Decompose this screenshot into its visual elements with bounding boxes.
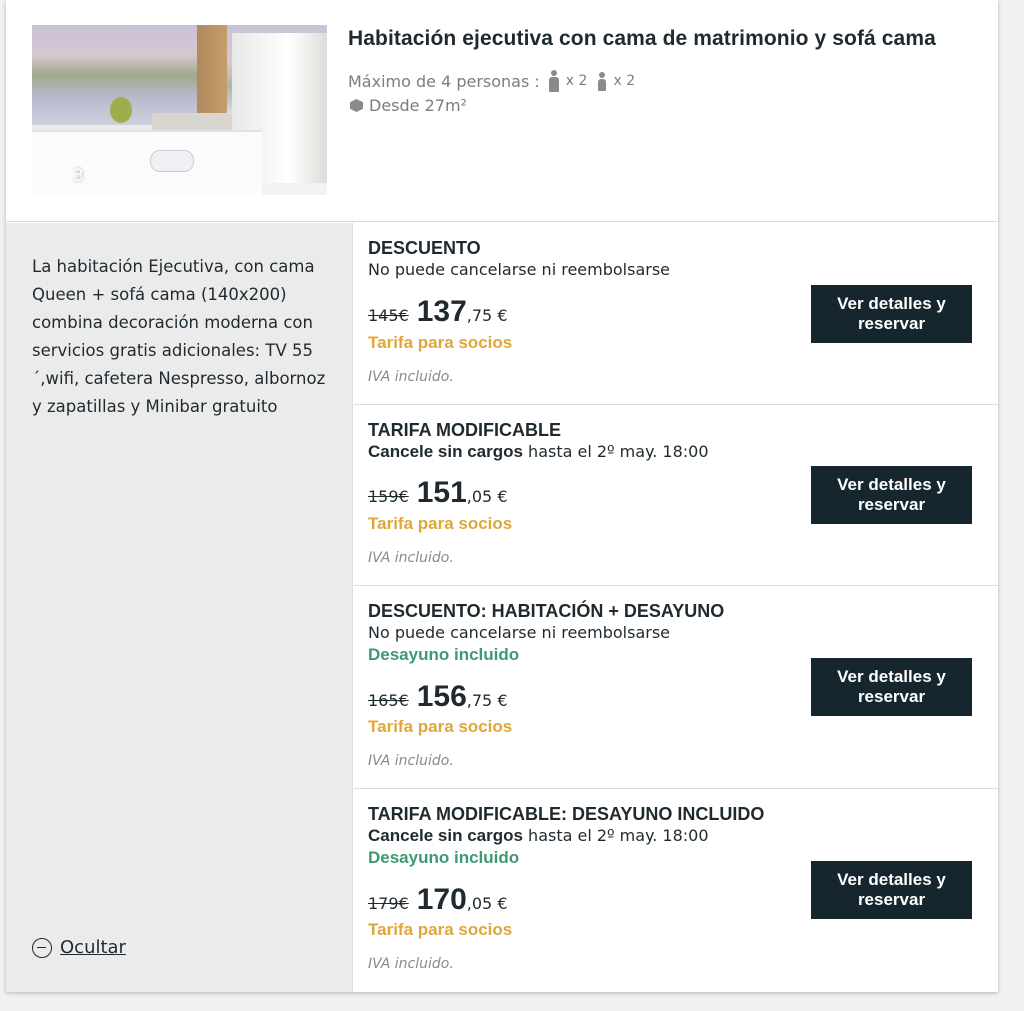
rate-name: DESCUENTO	[368, 238, 481, 258]
rate-name: DESCUENTO: HABITACIÓN + DESAYUNO	[368, 601, 725, 621]
size-label: Desde 27m²	[369, 96, 467, 115]
gallery-icon	[48, 166, 68, 183]
rate-option: DESCUENTO: HABITACIÓN + DESAYUNO No pued…	[354, 586, 998, 789]
vat-note: IVA incluido.	[368, 369, 454, 385]
hide-details-link[interactable]: Ocultar	[32, 937, 126, 958]
vat-note: IVA incluido.	[368, 956, 454, 972]
breakfast-included: Desayuno incluido	[368, 848, 520, 867]
member-rate-label: Tarifa para socios	[368, 920, 513, 939]
adults-count: x 2	[565, 73, 588, 89]
rate-condition: No puede cancelarse ni reembolsarse	[368, 260, 670, 280]
price-decimal: ,75 €	[466, 306, 508, 325]
rate-option: DESCUENTO No puede cancelarse ni reembol…	[354, 223, 998, 405]
book-button[interactable]: Ver detalles y reservar	[811, 861, 972, 919]
minus-circle-icon	[32, 937, 52, 958]
price-line: 179€ 170 ,05 €	[368, 883, 508, 917]
room-description: La habitación Ejecutiva, con cama Queen …	[32, 257, 326, 416]
capacity-label: Máximo de 4 personas :	[348, 71, 540, 91]
price-integer: 137	[416, 295, 467, 328]
member-rate-label: Tarifa para socios	[368, 333, 513, 352]
room-capacity: Máximo de 4 personas : x 2 x 2	[348, 70, 635, 92]
cube-icon	[350, 99, 363, 112]
old-price: 179€	[368, 894, 409, 913]
rate-condition-bold: Cancele sin cargos	[368, 826, 523, 845]
price-line: 145€ 137 ,75 €	[368, 295, 508, 329]
rate-condition-bold: Cancele sin cargos	[368, 442, 523, 461]
rate-condition: Cancele sin cargos hasta el 2º may. 18:0…	[368, 826, 709, 846]
rate-condition-text: hasta el 2º may. 18:00	[522, 826, 709, 845]
member-rate-label: Tarifa para socios	[368, 717, 513, 736]
rate-condition: Cancele sin cargos hasta el 2º may. 18:0…	[368, 442, 709, 462]
book-button[interactable]: Ver detalles y reservar	[811, 658, 972, 716]
breakfast-included: Desayuno incluido	[368, 645, 520, 664]
rate-name: TARIFA MODIFICABLE: DESAYUNO INCLUIDO	[368, 804, 765, 824]
room-title: Habitación ejecutiva con cama de matrimo…	[348, 27, 936, 50]
old-price: 159€	[368, 487, 409, 506]
price-line: 165€ 156 ,75 €	[368, 680, 508, 714]
old-price: 145€	[368, 306, 409, 325]
rate-name: TARIFA MODIFICABLE	[368, 420, 561, 440]
price-decimal: ,05 €	[466, 894, 508, 913]
photo-count-value: 3	[73, 166, 84, 186]
rates-list: DESCUENTO No puede cancelarse ni reembol…	[354, 223, 998, 992]
rate-condition-text: No puede cancelarse ni reembolsarse	[368, 260, 671, 279]
room-card: 3 Habitación ejecutiva con cama de matri…	[6, 0, 998, 992]
price-line: 159€ 151 ,05 €	[368, 476, 508, 510]
description-panel: La habitación Ejecutiva, con cama Queen …	[6, 223, 353, 992]
old-price: 165€	[368, 691, 409, 710]
room-photo[interactable]: 3	[32, 25, 327, 195]
rate-condition: No puede cancelarse ni reembolsarse	[368, 623, 670, 643]
vat-note: IVA incluido.	[368, 753, 454, 769]
rate-option: TARIFA MODIFICABLE: DESAYUNO INCLUIDO Ca…	[354, 789, 998, 992]
member-rate-label: Tarifa para socios	[368, 514, 513, 533]
vat-note: IVA incluido.	[368, 550, 454, 566]
room-details: La habitación Ejecutiva, con cama Queen …	[6, 223, 998, 992]
price-integer: 151	[416, 476, 467, 509]
hide-label: Ocultar	[60, 937, 126, 958]
room-header: 3 Habitación ejecutiva con cama de matri…	[6, 0, 998, 222]
adult-icon	[548, 70, 560, 92]
price-decimal: ,75 €	[466, 691, 508, 710]
rate-condition-text: No puede cancelarse ni reembolsarse	[368, 623, 671, 642]
price-decimal: ,05 €	[466, 487, 508, 506]
book-button[interactable]: Ver detalles y reservar	[811, 285, 972, 343]
rate-condition-text: hasta el 2º may. 18:00	[522, 442, 709, 461]
photo-count: 3	[48, 166, 84, 186]
book-button[interactable]: Ver detalles y reservar	[811, 466, 972, 524]
children-count: x 2	[613, 73, 636, 89]
room-size: Desde 27m²	[348, 96, 467, 115]
price-integer: 156	[416, 680, 467, 713]
price-integer: 170	[416, 883, 467, 916]
rate-option: TARIFA MODIFICABLE Cancele sin cargos ha…	[354, 405, 998, 586]
child-icon	[597, 71, 607, 91]
